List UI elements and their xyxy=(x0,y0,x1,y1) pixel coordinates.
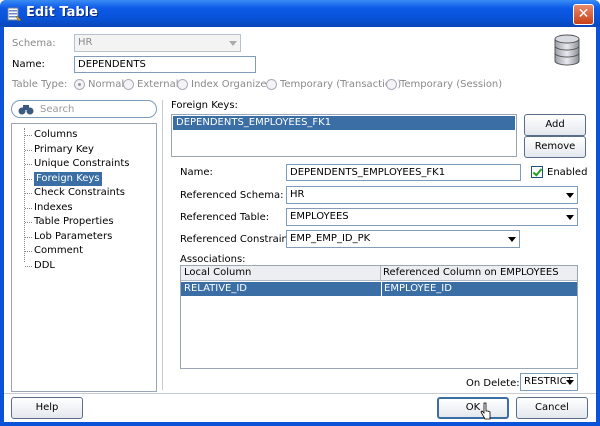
database-icon xyxy=(554,34,580,66)
foreign-keys-label: Foreign Keys: xyxy=(171,100,238,111)
fk-name-value: DEPENDENTS_EMPLOYEES_FK1 xyxy=(290,167,446,178)
sidebar-item-primary-key[interactable]: Primary Key xyxy=(34,143,94,157)
sidebar-item-comment[interactable]: Comment xyxy=(34,244,83,258)
radio-external-label: External xyxy=(137,79,179,90)
search-placeholder: Search xyxy=(40,104,75,115)
radio-normal-label: Normal xyxy=(88,79,125,90)
ref-schema-label: Referenced Schema: xyxy=(180,190,284,201)
window-title: Edit Table xyxy=(26,5,98,20)
mouse-cursor-icon xyxy=(480,402,491,420)
radio-normal[interactable] xyxy=(74,79,85,90)
footer-divider xyxy=(4,393,596,394)
tree-tick xyxy=(25,251,32,252)
radio-external[interactable] xyxy=(123,79,134,90)
chevron-down-icon xyxy=(566,380,574,385)
title-bar[interactable]: Edit Table ✕ xyxy=(0,0,600,27)
on-delete-label: On Delete: xyxy=(466,378,520,389)
fk-name-input[interactable]: DEPENDENTS_EMPLOYEES_FK1 xyxy=(286,164,521,181)
ref-constraint-label: Referenced Constraint: xyxy=(180,234,296,245)
table-type-label: Table Type: xyxy=(12,79,68,90)
splitter[interactable] xyxy=(162,100,163,390)
sidebar-item-columns[interactable]: Columns xyxy=(34,128,78,142)
navigation-tree: Columns Primary Key Unique Constraints Fore… xyxy=(11,123,157,392)
ok-button[interactable]: OK xyxy=(437,397,509,419)
schema-label: Schema: xyxy=(12,38,56,49)
enabled-checkbox[interactable] xyxy=(531,166,543,178)
ref-schema-value: HR xyxy=(290,189,305,200)
sidebar-item-indexes[interactable]: Indexes xyxy=(34,201,73,215)
chevron-down-icon xyxy=(566,215,574,220)
radio-temporary-transaction[interactable] xyxy=(266,79,277,90)
table-icon xyxy=(7,7,22,22)
remove-button[interactable]: Remove xyxy=(524,136,586,158)
close-button[interactable]: ✕ xyxy=(573,4,594,25)
cell-local-column[interactable]: RELATIVE_ID xyxy=(182,282,247,296)
radio-temporary-session[interactable] xyxy=(386,79,397,90)
name-label: Name: xyxy=(12,59,45,70)
schema-select: HR xyxy=(74,34,241,52)
radio-index-organized-label: Index Organized xyxy=(191,79,273,90)
ref-table-label: Referenced Table: xyxy=(180,212,270,223)
dialog-body: Schema: HR Name: DEPENDENTS Table Type: … xyxy=(4,27,596,422)
chevron-down-icon xyxy=(566,193,574,198)
ref-table-select[interactable]: EMPLOYEES xyxy=(286,208,578,226)
tree-tick xyxy=(25,236,32,238)
binoculars-icon xyxy=(18,105,34,115)
tree-tick xyxy=(25,164,32,165)
help-button[interactable]: Help xyxy=(11,397,83,419)
schema-value: HR xyxy=(78,37,93,48)
ref-constraint-select[interactable]: EMP_EMP_ID_PK xyxy=(286,230,520,248)
edit-table-dialog: Edit Table ✕ Schema: HR Name: DEPENDENTS… xyxy=(0,0,600,426)
ref-schema-select[interactable]: HR xyxy=(286,186,578,204)
tree-tick xyxy=(25,222,32,223)
tree-tick xyxy=(25,193,32,194)
enabled-label: Enabled xyxy=(547,167,588,178)
column-header-referenced[interactable]: Referenced Column on EMPLOYEES xyxy=(381,266,559,280)
cancel-button[interactable]: Cancel xyxy=(516,397,588,419)
table-name-value: DEPENDENTS xyxy=(78,59,146,70)
search-box[interactable]: Search xyxy=(11,100,157,118)
tree-tick xyxy=(25,149,32,151)
sidebar-item-foreign-keys[interactable]: Foreign Keys xyxy=(34,171,102,186)
add-button[interactable]: Add xyxy=(524,114,586,136)
ref-constraint-value: EMP_EMP_ID_PK xyxy=(290,233,371,244)
table-name-input[interactable]: DEPENDENTS xyxy=(74,56,256,73)
sidebar-item-lob-parameters[interactable]: Lob Parameters xyxy=(34,230,112,244)
fk-name-label: Name: xyxy=(180,167,213,178)
associations-label: Associations: xyxy=(180,254,246,265)
tree-connector xyxy=(24,128,25,262)
sidebar-item-check-constraints[interactable]: Check Constraints xyxy=(34,186,125,200)
tree-tick xyxy=(25,135,32,136)
radio-temporary-session-label: Temporary (Session) xyxy=(400,79,503,90)
chevron-down-icon xyxy=(508,237,516,242)
radio-temporary-transaction-label: Temporary (Transaction) xyxy=(280,79,402,90)
sidebar-item-ddl[interactable]: DDL xyxy=(34,259,55,273)
ref-table-value: EMPLOYEES xyxy=(290,211,349,222)
associations-table[interactable]: Local Column Referenced Column on EMPLOY… xyxy=(180,265,578,369)
tree-tick xyxy=(25,265,32,267)
sidebar-item-table-properties[interactable]: Table Properties xyxy=(34,215,114,229)
tree-tick xyxy=(25,178,32,180)
tree-tick xyxy=(25,207,32,209)
sidebar-item-unique-constraints[interactable]: Unique Constraints xyxy=(34,157,130,171)
radio-index-organized[interactable] xyxy=(177,79,188,90)
chevron-down-icon xyxy=(229,41,237,46)
column-header-local[interactable]: Local Column xyxy=(182,266,251,280)
list-item[interactable]: DEPENDENTS_EMPLOYEES_FK1 xyxy=(173,116,515,130)
on-delete-select[interactable]: RESTRICT xyxy=(520,373,578,391)
cell-referenced-column[interactable]: EMPLOYEE_ID xyxy=(381,282,452,296)
foreign-keys-list[interactable]: DEPENDENTS_EMPLOYEES_FK1 xyxy=(171,114,517,157)
